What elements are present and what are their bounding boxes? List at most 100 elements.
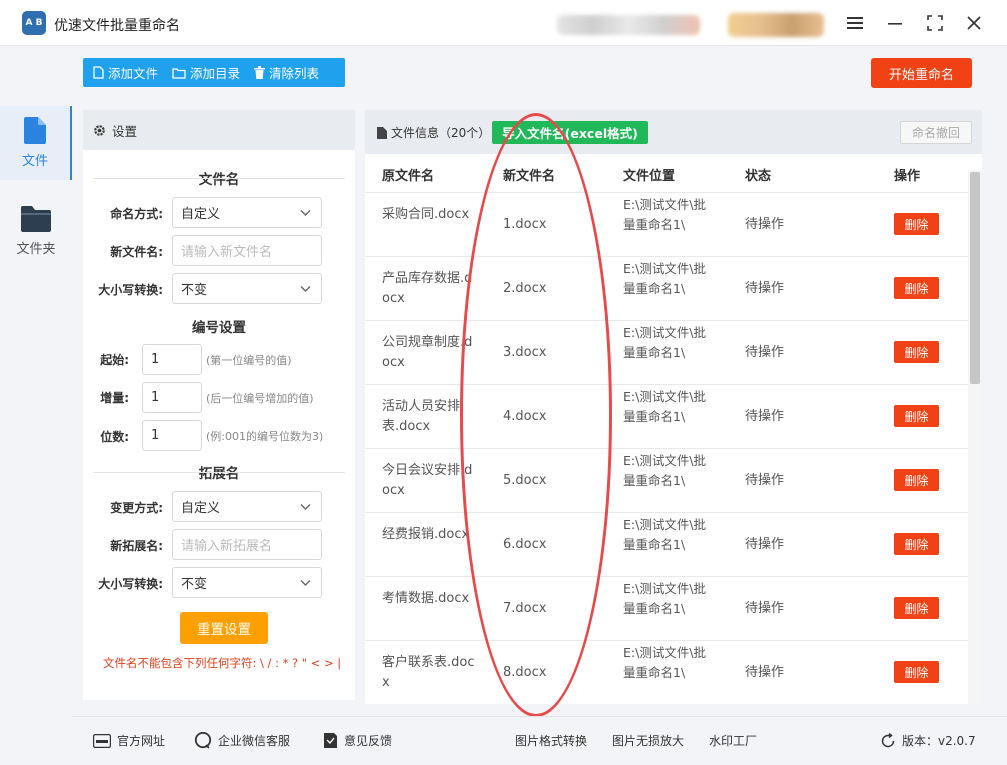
digits-label: 位数: <box>100 430 129 444</box>
column-header-location: 文件位置 <box>623 169 676 184</box>
footer: 官方网址 企业微信客服 意见反馈 图片格式转换 图片无损放大 水印工厂 版本：v… <box>72 716 1007 765</box>
watermark-link[interactable]: 水印工厂 <box>709 732 757 749</box>
import-excel-button[interactable]: 导入文件名(excel格式) <box>492 121 648 144</box>
table-scrollbar[interactable] <box>968 170 982 704</box>
website-link[interactable]: 官方网址 <box>93 732 165 749</box>
new-name: 1.docx <box>503 217 547 232</box>
new-name: 3.docx <box>503 345 547 360</box>
toolbar: 添加文件 添加目录 清除列表 <box>83 58 345 87</box>
status-text: 待操作 <box>745 281 785 296</box>
digits-input[interactable]: 1 <box>142 420 202 451</box>
image-enlarge-link[interactable]: 图片无损放大 <box>612 732 684 749</box>
settings-header: 设置 <box>83 110 355 150</box>
table-row[interactable]: 产品库存数据.docx 2.docx E:\测试文件\批量重命名1\ 待操作 删… <box>365 256 968 320</box>
case-select[interactable]: 不变 <box>172 273 322 304</box>
new-name: 7.docx <box>503 601 547 616</box>
feedback-link[interactable]: 意见反馈 <box>323 732 392 749</box>
numbering-section-title: 编号设置 <box>192 320 246 336</box>
wechat-icon <box>194 732 212 749</box>
naming-mode-label: 命名方式: <box>110 207 163 221</box>
minimize-icon[interactable] <box>882 10 908 36</box>
delete-button[interactable]: 删除 <box>894 341 939 363</box>
close-icon[interactable] <box>961 10 987 36</box>
new-name: 5.docx <box>503 473 547 488</box>
title-bar: A B 优速文件批量重命名 <box>0 0 1007 46</box>
delete-button[interactable]: 删除 <box>894 469 939 491</box>
add-folder-button[interactable]: 添加目录 <box>172 63 240 82</box>
start-input[interactable]: 1 <box>142 344 202 375</box>
table-row[interactable]: 经费报销.docx 6.docx E:\测试文件\批量重命名1\ 待操作 删除 <box>365 512 968 576</box>
version-info[interactable]: 版本：v2.0.7 <box>880 732 976 749</box>
ext-case-value: 不变 <box>181 577 208 592</box>
ext-case-select[interactable]: 不变 <box>172 567 322 598</box>
table-row[interactable]: 客户联系表.docx 8.docx E:\测试文件\批量重命名1\ 待操作 删除 <box>365 640 968 704</box>
original-name: 今日会议安排.docx <box>382 463 473 498</box>
scrollbar-thumb[interactable] <box>970 172 980 384</box>
start-rename-button[interactable]: 开始重命名 <box>871 58 972 88</box>
image-convert-label: 图片格式转换 <box>515 734 588 748</box>
undo-rename-button[interactable]: 命名撤回 <box>900 121 972 144</box>
chevron-down-icon <box>300 286 311 292</box>
gear-icon <box>94 124 105 136</box>
menu-icon[interactable] <box>842 10 868 36</box>
folder-add-icon <box>172 67 186 79</box>
original-name: 考情数据.docx <box>382 591 470 606</box>
original-name: 活动人员安排表.docx <box>382 399 461 434</box>
file-location: E:\测试文件\批量重命名1\ <box>623 325 707 360</box>
change-mode-value: 自定义 <box>181 501 221 516</box>
nav-item-folder[interactable]: 文件夹 <box>0 194 72 268</box>
clear-list-button[interactable]: 清除列表 <box>254 63 319 82</box>
delete-button[interactable]: 删除 <box>894 661 939 683</box>
chevron-down-icon <box>300 504 311 510</box>
original-name: 经费报销.docx <box>382 527 470 542</box>
change-mode-label: 变更方式: <box>110 501 163 515</box>
delete-button[interactable]: 删除 <box>894 533 939 555</box>
add-file-button[interactable]: 添加文件 <box>93 63 158 82</box>
table-row[interactable]: 采购合同.docx 1.docx E:\测试文件\批量重命名1\ 待操作 删除 <box>365 192 968 256</box>
naming-mode-select[interactable]: 自定义 <box>172 197 322 228</box>
clear-list-label: 清除列表 <box>269 66 320 81</box>
status-text: 待操作 <box>745 345 785 360</box>
delete-button[interactable]: 删除 <box>894 597 939 619</box>
column-header-original: 原文件名 <box>382 169 435 184</box>
file-count-label: 文件信息（20个） <box>391 126 491 140</box>
image-convert-link[interactable]: 图片格式转换 <box>515 732 587 749</box>
new-name-input[interactable]: 请输入新文件名 <box>172 235 322 266</box>
table-row[interactable]: 活动人员安排表.docx 4.docx E:\测试文件\批量重命名1\ 待操作 … <box>365 384 968 448</box>
file-panel: 文件信息（20个） 导入文件名(excel格式) 命名撤回 原文件名 新文件名 … <box>365 110 982 704</box>
change-mode-select[interactable]: 自定义 <box>172 491 322 522</box>
file-location: E:\测试文件\批量重命名1\ <box>623 645 707 680</box>
naming-mode-value: 自定义 <box>181 207 221 222</box>
step-label: 增量: <box>100 391 129 405</box>
table-row[interactable]: 今日会议安排.docx 5.docx E:\测试文件\批量重命名1\ 待操作 删… <box>365 448 968 512</box>
step-input[interactable]: 1 <box>142 382 202 413</box>
case-label: 大小写转换: <box>98 283 163 297</box>
table-row[interactable]: 考情数据.docx 7.docx E:\测试文件\批量重命名1\ 待操作 删除 <box>365 576 968 640</box>
trash-icon <box>254 66 266 79</box>
table-row[interactable]: 公司规章制度.docx 3.docx E:\测试文件\批量重命名1\ 待操作 删… <box>365 320 968 384</box>
feedback-label: 意见反馈 <box>344 734 393 748</box>
reset-settings-button[interactable]: 重置设置 <box>180 612 268 644</box>
column-header-new: 新文件名 <box>503 169 556 184</box>
original-name: 采购合同.docx <box>382 207 470 222</box>
start-hint: (第一位编号的值) <box>206 354 292 367</box>
folder-nav-icon <box>21 205 51 232</box>
wechat-service-link[interactable]: 企业微信客服 <box>194 732 290 749</box>
wechat-label: 企业微信客服 <box>218 734 291 748</box>
delete-button[interactable]: 删除 <box>894 213 939 235</box>
delete-button[interactable]: 删除 <box>894 277 939 299</box>
case-value: 不变 <box>181 283 208 298</box>
status-text: 待操作 <box>745 409 785 424</box>
file-location: E:\测试文件\批量重命名1\ <box>623 581 707 616</box>
original-name: 产品库存数据.docx <box>382 271 473 306</box>
website-icon <box>93 733 111 748</box>
new-ext-input[interactable]: 请输入新拓展名 <box>172 529 322 560</box>
refresh-icon <box>881 732 895 747</box>
new-name-label: 新文件名: <box>110 245 163 259</box>
file-nav-icon <box>24 117 46 144</box>
file-location: E:\测试文件\批量重命名1\ <box>623 453 707 488</box>
nav-item-file[interactable]: 文件 <box>0 106 72 180</box>
version-label: 版本：v2.0.7 <box>902 734 976 748</box>
maximize-icon[interactable] <box>922 10 948 36</box>
delete-button[interactable]: 删除 <box>894 405 939 427</box>
